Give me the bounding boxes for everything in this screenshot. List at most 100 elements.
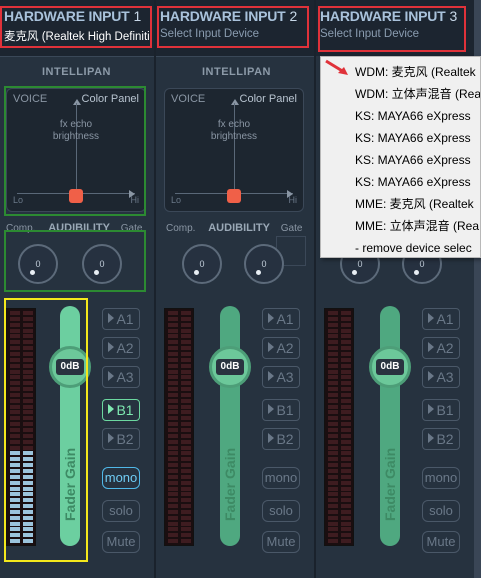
solo-button[interactable]: solo — [422, 500, 460, 522]
meter-segment — [168, 539, 178, 544]
meter-segment — [23, 404, 33, 409]
meter-segment — [23, 351, 33, 356]
bus-a1-button[interactable]: A1 — [422, 308, 460, 330]
gate-dial[interactable]: 0 — [244, 244, 284, 284]
bus-a1-button[interactable]: A1 — [102, 308, 140, 330]
meter-segment — [168, 398, 178, 403]
gate-dial[interactable]: 0 — [82, 244, 122, 284]
menu-item[interactable]: KS: MAYA66 eXpress — [355, 105, 471, 127]
hardware-input-2-header[interactable]: HARDWARE INPUT 2 Select Input Device — [156, 0, 314, 56]
menu-item[interactable]: KS: MAYA66 eXpress — [355, 149, 471, 171]
meter-segment — [181, 539, 191, 544]
menu-item[interactable]: WDM: 立体声混音 (Rea — [355, 83, 480, 105]
meter-segment — [328, 322, 338, 327]
meter-segment — [23, 410, 33, 415]
meter-segment — [328, 375, 338, 380]
dial-indicator — [194, 270, 199, 275]
meter-segment — [181, 311, 191, 315]
meter-segment — [10, 375, 20, 380]
meter-segment — [23, 515, 33, 520]
input-device-label[interactable]: Select Input Device — [320, 28, 419, 40]
pan-knob[interactable] — [69, 189, 83, 203]
bus-b2-button[interactable]: B2 — [262, 428, 300, 450]
color-panel-2[interactable]: VOICE Color Panel fx echo brightness Lo H… — [164, 88, 304, 212]
fx-labels: fx echo brightness — [7, 119, 145, 143]
bus-a2-button[interactable]: A2 — [262, 337, 300, 359]
color-panel-1[interactable]: VOICE Color Panel fx echo brightness Lo H… — [6, 88, 146, 212]
meter-segment — [23, 451, 33, 456]
meter-segment — [168, 515, 178, 520]
meter-segment — [341, 498, 351, 503]
meter-segment — [168, 322, 178, 327]
meter-segment — [10, 387, 20, 392]
meter-segment — [10, 369, 20, 374]
triangle-right-icon — [108, 313, 115, 323]
mute-button[interactable]: Mute — [422, 531, 460, 553]
pan-knob[interactable] — [227, 189, 241, 203]
bus-label: A2 — [436, 340, 454, 356]
meter-segment — [181, 509, 191, 514]
bus-b1-button[interactable]: B1 — [262, 399, 300, 421]
dial-indicator — [30, 270, 35, 275]
audibility-row-1: Comp. AUDIBILITY Gate — [6, 222, 146, 234]
menu-item[interactable]: WDM: 麦克风 (Realtek — [355, 61, 476, 83]
meter-segment — [341, 509, 351, 514]
bus-label: A3 — [116, 369, 134, 385]
meter-segment — [341, 463, 351, 468]
meter-segment — [341, 357, 351, 362]
meter-segment — [168, 422, 178, 427]
input-device-label[interactable]: 麦克风 (Realtek High Definitio — [4, 28, 150, 44]
bus-b1-button[interactable]: B1 — [422, 399, 460, 421]
audibility-label: AUDIBILITY — [208, 222, 270, 234]
meter-segment — [23, 439, 33, 444]
fader-knob[interactable]: 0dB — [49, 346, 91, 388]
bus-b2-button[interactable]: B2 — [422, 428, 460, 450]
input-device-label[interactable]: Select Input Device — [160, 28, 259, 40]
bus-a3-button[interactable]: A3 — [262, 366, 300, 388]
arrow-up-icon — [73, 99, 81, 105]
fader-track[interactable]: Fader Gain — [60, 306, 80, 546]
comp-dial[interactable]: 0 — [182, 244, 222, 284]
hardware-input-1-header[interactable]: HARDWARE INPUT 1 麦克风 (Realtek High Defini… — [0, 0, 154, 56]
dial-value: 0 — [35, 259, 41, 269]
triangle-right-icon — [108, 371, 115, 381]
meter-segment — [10, 316, 20, 321]
bus-a2-button[interactable]: A2 — [422, 337, 460, 359]
menu-item[interactable]: KS: MAYA66 eXpress — [355, 127, 471, 149]
comp-dial[interactable]: 0 — [18, 244, 58, 284]
meter-column — [23, 311, 33, 544]
bus-b1-button[interactable]: B1 — [102, 399, 140, 421]
meter-segment — [328, 445, 338, 450]
solo-button[interactable]: solo — [102, 500, 140, 522]
mono-button[interactable]: mono — [102, 467, 140, 489]
mono-button[interactable]: mono — [262, 467, 300, 489]
fader-knob[interactable]: 0dB — [369, 346, 411, 388]
meter-segment — [328, 521, 338, 526]
meter-segment — [181, 486, 191, 491]
mute-button[interactable]: Mute — [262, 531, 300, 553]
fader-track[interactable]: Fader Gain — [220, 306, 240, 546]
bus-a3-button[interactable]: A3 — [102, 366, 140, 388]
input-device-menu[interactable]: WDM: 麦克风 (Realtek WDM: 立体声混音 (Rea KS: MA… — [320, 56, 481, 258]
fader-knob[interactable]: 0dB — [209, 346, 251, 388]
menu-item[interactable]: KS: MAYA66 eXpress — [355, 171, 471, 193]
panel-axis — [234, 103, 235, 193]
mute-button[interactable]: Mute — [102, 531, 140, 553]
bus-a3-button[interactable]: A3 — [422, 366, 460, 388]
dial-value: 0 — [419, 259, 425, 269]
menu-item[interactable]: MME: 立体声混音 (Rea — [355, 215, 479, 237]
menu-item[interactable]: - remove device selec — [355, 237, 472, 257]
meter-segment — [168, 492, 178, 497]
bus-a1-button[interactable]: A1 — [262, 308, 300, 330]
hardware-input-3-header[interactable]: HARDWARE INPUT 3 Select Input Device — [316, 0, 474, 56]
meter-segment — [181, 480, 191, 485]
menu-item[interactable]: MME: 麦克风 (Realtek — [355, 193, 474, 215]
brightness-label: brightness — [52, 131, 100, 142]
meter-segment — [168, 457, 178, 462]
meter-segment — [181, 392, 191, 397]
bus-b2-button[interactable]: B2 — [102, 428, 140, 450]
bus-a2-button[interactable]: A2 — [102, 337, 140, 359]
fader-track[interactable]: Fader Gain — [380, 306, 400, 546]
mono-button[interactable]: mono — [422, 467, 460, 489]
solo-button[interactable]: solo — [262, 500, 300, 522]
